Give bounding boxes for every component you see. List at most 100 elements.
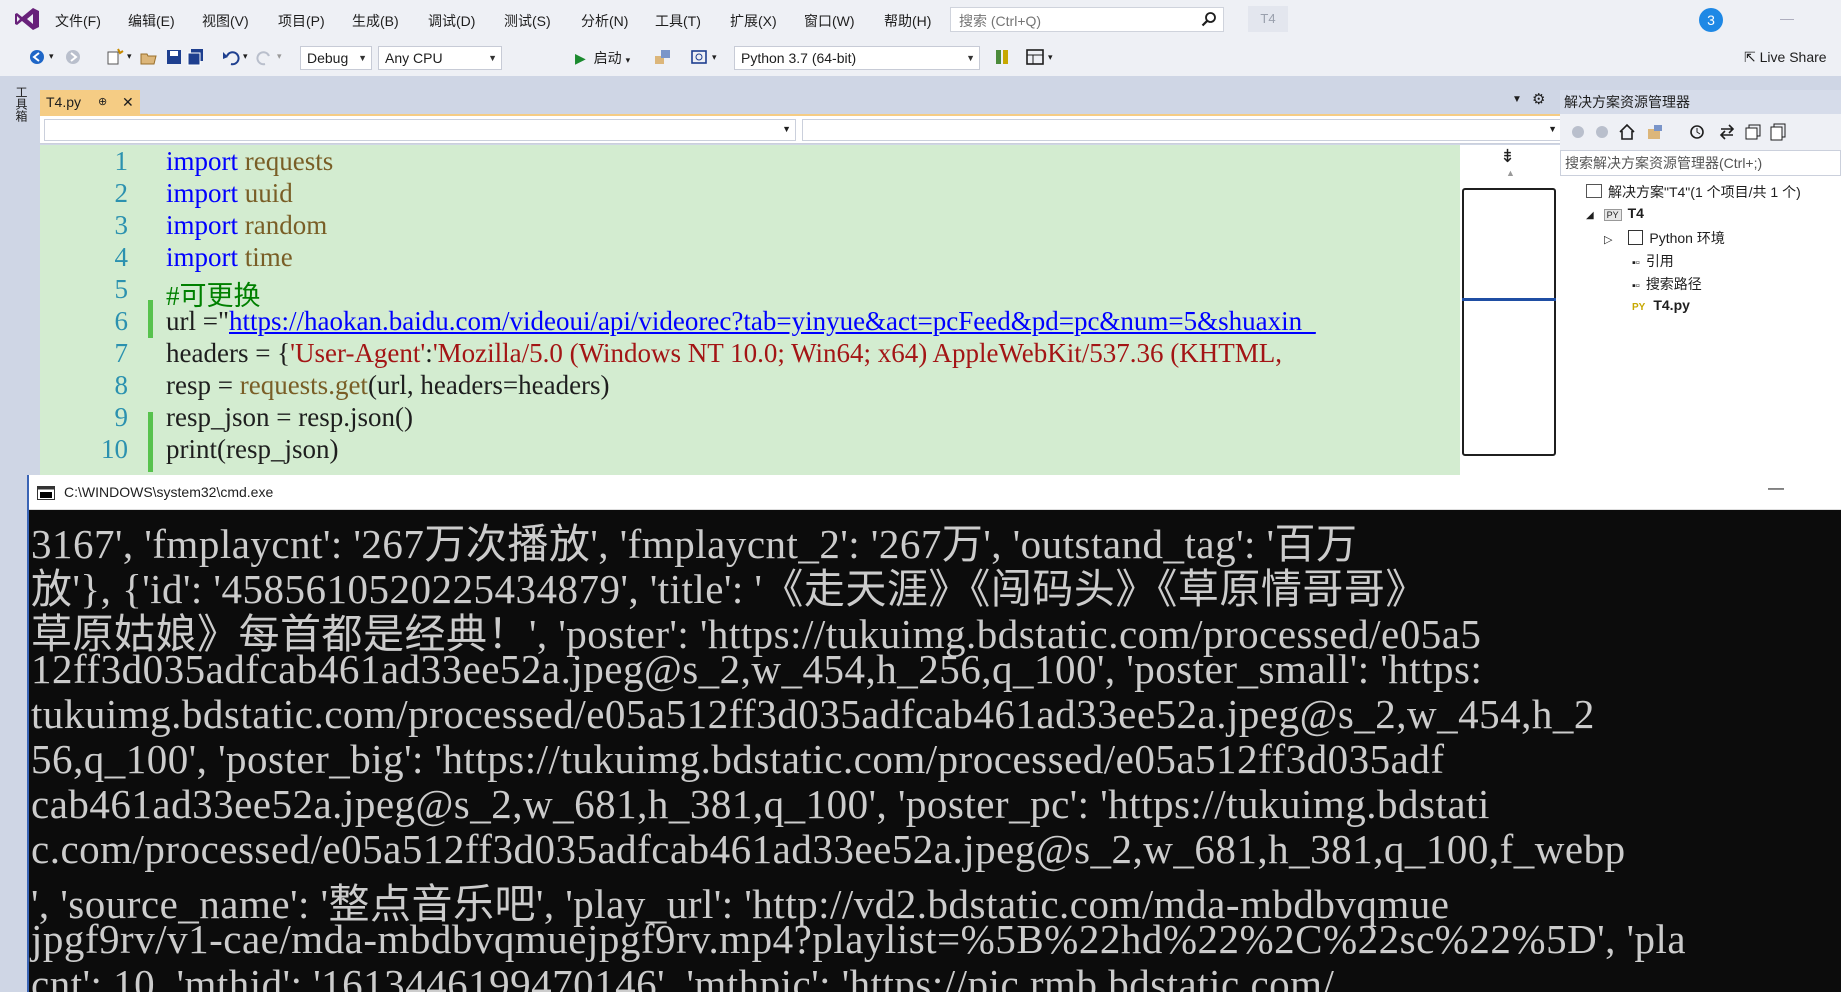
python-file-icon: PY bbox=[1632, 302, 1646, 313]
toolbar-overflow-icon[interactable]: ▾ bbox=[1048, 52, 1053, 63]
browser-dropdown-icon[interactable]: ▾ bbox=[712, 52, 717, 63]
search-paths-icon: ▪▫ bbox=[1632, 280, 1640, 292]
cmd-window-icon bbox=[37, 486, 55, 500]
back-icon[interactable] bbox=[1570, 124, 1586, 140]
live-share-button[interactable]: ⇱ Live Share bbox=[1744, 49, 1827, 66]
menu-edit[interactable]: 编辑(E) bbox=[128, 11, 175, 31]
tree-item-project[interactable]: ◢ PY T4 bbox=[1586, 205, 1644, 221]
menu-build[interactable]: 生成(B) bbox=[352, 11, 399, 31]
collapse-all-icon[interactable] bbox=[1744, 123, 1762, 141]
menu-view[interactable]: 视图(V) bbox=[202, 11, 249, 31]
toolbox-side-strip bbox=[0, 76, 40, 496]
sync-icon[interactable] bbox=[1718, 123, 1736, 141]
menu-extensions[interactable]: 扩展(X) bbox=[730, 11, 777, 31]
python-environments-icon[interactable] bbox=[993, 48, 1011, 66]
pending-changes-filter-icon[interactable] bbox=[1688, 123, 1706, 141]
file-label: T4.py bbox=[1653, 297, 1690, 313]
tree-item-search-paths[interactable]: ▪▫ 搜索路径 bbox=[1632, 274, 1702, 294]
close-icon[interactable]: ✕ bbox=[122, 90, 134, 114]
forward-icon[interactable] bbox=[1594, 124, 1610, 140]
tree-item-references[interactable]: ▪▫ 引用 bbox=[1632, 251, 1674, 271]
switch-views-icon[interactable] bbox=[1646, 123, 1664, 141]
back-dropdown-icon[interactable]: ▾ bbox=[49, 51, 54, 62]
python-environment-select[interactable]: Python 3.7 (64-bit) ▼ bbox=[734, 46, 980, 70]
environment-value: Python 3.7 (64-bit) bbox=[741, 50, 857, 66]
code-line: print(resp_json) bbox=[166, 434, 339, 464]
cmd-console-output[interactable]: 3167', 'fmplaycnt': '267万次播放', 'fmplaycn… bbox=[29, 510, 1841, 992]
chevron-down-icon: ▼ bbox=[358, 53, 367, 63]
search-icon[interactable] bbox=[1201, 11, 1217, 27]
tab-list-dropdown-icon[interactable]: ▼ bbox=[1512, 94, 1522, 105]
show-all-files-icon[interactable] bbox=[1770, 123, 1788, 141]
menu-test[interactable]: 测试(S) bbox=[504, 11, 551, 31]
open-file-icon[interactable] bbox=[140, 48, 158, 66]
python-env-label: Python 环境 bbox=[1649, 230, 1725, 246]
solution-configuration-select[interactable]: Debug ▼ bbox=[300, 46, 372, 70]
undo-dropdown-icon[interactable]: ▾ bbox=[243, 51, 248, 62]
tree-item-file-t4[interactable]: PY T4.py bbox=[1632, 297, 1690, 313]
save-icon[interactable] bbox=[165, 48, 183, 66]
undo-icon[interactable] bbox=[222, 48, 240, 66]
class-navigation-dropdown[interactable]: ▼ bbox=[44, 119, 796, 141]
module-token: random bbox=[238, 210, 328, 240]
settings-gear-icon[interactable]: ⚙ bbox=[1532, 90, 1545, 108]
cmd-minimize-button[interactable]: — bbox=[1768, 480, 1784, 498]
window-minimize-button[interactable]: — bbox=[1780, 10, 1794, 26]
menu-analyze[interactable]: 分析(N) bbox=[581, 11, 628, 31]
solution-explorer-search[interactable]: 搜索解决方案资源管理器(Ctrl+;) bbox=[1560, 150, 1841, 176]
navigate-back-icon[interactable] bbox=[28, 48, 46, 66]
line-number: 4 bbox=[114, 242, 129, 272]
tree-item-python-env[interactable]: ▷ Python 环境 bbox=[1604, 228, 1725, 248]
tree-item-solution[interactable]: 解决方案"T4"(1 个项目/共 1 个) bbox=[1586, 182, 1801, 202]
layout-icon[interactable] bbox=[1026, 48, 1044, 66]
code-line: resp_json = resp.json() bbox=[166, 402, 413, 432]
line-number: 2 bbox=[114, 178, 129, 208]
navigate-forward-icon[interactable] bbox=[64, 48, 82, 66]
new-project-icon[interactable] bbox=[106, 48, 124, 66]
attach-process-icon[interactable] bbox=[654, 48, 672, 66]
line-number: 1 bbox=[114, 146, 129, 176]
cmd-title-bar[interactable] bbox=[29, 475, 1841, 510]
line-number: 10 bbox=[101, 434, 128, 464]
code-token: (url, headers=headers) bbox=[367, 370, 610, 400]
references-icon: ▪▫ bbox=[1632, 257, 1640, 269]
menu-help[interactable]: 帮助(H) bbox=[884, 11, 931, 31]
redo-dropdown-icon[interactable]: ▾ bbox=[277, 51, 282, 62]
menu-debug[interactable]: 调试(D) bbox=[428, 11, 475, 31]
console-line: tukuimg.bdstatic.com/processed/e05a512ff… bbox=[31, 691, 1595, 737]
url-link[interactable]: https://haokan.baidu.com/videoui/api/vid… bbox=[229, 306, 1316, 336]
split-editor-icon[interactable]: ⇟ bbox=[1500, 146, 1515, 167]
document-tab-well bbox=[40, 84, 1560, 114]
home-icon[interactable] bbox=[1618, 123, 1636, 141]
member-navigation-dropdown[interactable]: ▼ bbox=[802, 119, 1562, 141]
global-search-box[interactable] bbox=[950, 7, 1224, 32]
browser-link-icon[interactable] bbox=[690, 48, 708, 66]
notification-badge[interactable]: 3 bbox=[1699, 8, 1723, 32]
play-icon: ▶ bbox=[575, 50, 586, 66]
minimap-viewport[interactable] bbox=[1462, 188, 1556, 456]
pin-icon[interactable]: ⊕ bbox=[98, 90, 107, 114]
save-all-icon[interactable] bbox=[187, 48, 205, 66]
menu-project[interactable]: 项目(P) bbox=[278, 11, 325, 31]
code-token: resp = bbox=[166, 370, 240, 400]
toolbox-tab[interactable]: 工具箱 bbox=[10, 86, 30, 122]
scroll-up-icon[interactable]: ▲ bbox=[1506, 168, 1515, 178]
menu-window[interactable]: 窗口(W) bbox=[804, 11, 855, 31]
new-dropdown-icon[interactable]: ▾ bbox=[127, 51, 132, 62]
menu-file[interactable]: 文件(F) bbox=[55, 11, 101, 31]
redo-icon[interactable] bbox=[256, 48, 274, 66]
code-token: headers = { bbox=[166, 338, 291, 368]
solution-tree bbox=[1560, 176, 1841, 496]
menu-tools[interactable]: 工具(T) bbox=[655, 11, 701, 31]
line-number: 3 bbox=[114, 210, 129, 240]
code-token: url =" bbox=[166, 306, 229, 336]
solution-platform-select[interactable]: Any CPU ▼ bbox=[378, 46, 502, 70]
string-token: 'User-Agent' bbox=[290, 338, 426, 368]
keyword-token: import bbox=[166, 146, 238, 176]
tab-t4-py[interactable]: T4.py ⊕ ✕ bbox=[40, 90, 140, 114]
solution-label: 解决方案"T4"(1 个项目/共 1 个) bbox=[1608, 184, 1801, 200]
start-debugging-button[interactable]: ▶ 启动 ▾ bbox=[575, 46, 630, 70]
python-project-icon: PY bbox=[1603, 209, 1622, 221]
global-search-input[interactable] bbox=[957, 9, 1191, 32]
line-number: 6 bbox=[114, 306, 129, 336]
